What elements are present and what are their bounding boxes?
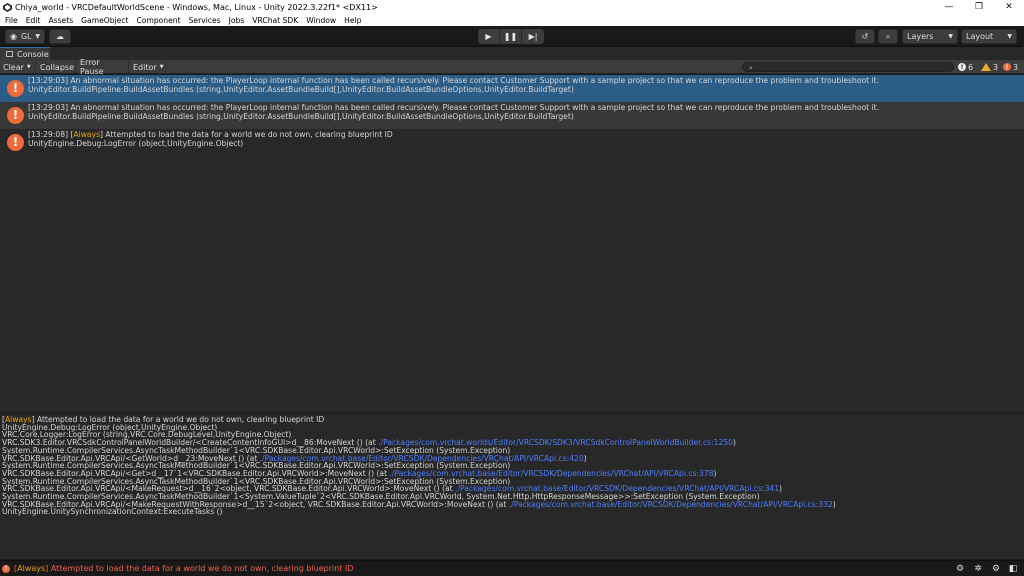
chevron-down-icon: ▼ <box>948 33 953 40</box>
warning-count: 3 <box>993 62 999 72</box>
error-icon: ! <box>7 107 24 124</box>
menu-assets[interactable]: Assets <box>48 16 73 25</box>
collapse-toggle[interactable]: Collapse <box>37 61 76 73</box>
source-link[interactable]: ./Packages/com.vrchat.base/Editor/VRCSDK… <box>509 500 833 509</box>
settings-icon[interactable]: ⚙ <box>991 564 1001 574</box>
chevron-down-icon: ▼ <box>1007 33 1012 40</box>
error-icon: ! <box>7 80 24 97</box>
unity-logo-icon <box>3 2 12 12</box>
menu-component[interactable]: Component <box>137 16 181 25</box>
window-titlebar: Chiya_world - VRCDefaultWorldScene - Win… <box>0 0 1024 14</box>
error-pause-label: Error Pause <box>80 58 104 76</box>
log-tag: Always <box>73 130 101 139</box>
menu-services[interactable]: Services <box>189 16 221 25</box>
error-filter-toggle[interactable]: ! 3 <box>1003 61 1018 73</box>
log-entry[interactable]: ! [13:29:03] An abnormal situation has o… <box>0 75 1024 102</box>
log-text: ] Attempted to load the data for a world… <box>100 130 393 139</box>
stack-text: ) <box>583 453 587 463</box>
chevron-down-icon: ▼ <box>35 33 40 40</box>
collapse-label: Collapse <box>40 62 74 72</box>
log-time: [13:29:08] [ <box>28 130 74 139</box>
menu-help[interactable]: Help <box>344 16 361 25</box>
step-button[interactable]: ▶| <box>522 29 544 44</box>
pause-icon: ❚❚ <box>503 32 518 41</box>
window-tab-bar: Console <box>0 47 1024 60</box>
error-icon: ! <box>1003 63 1011 71</box>
undo-history-button[interactable]: ↺ <box>855 29 875 44</box>
menu-vrchat-sdk[interactable]: VRChat SDK <box>252 16 298 25</box>
cloud-icon: ☁ <box>56 32 64 41</box>
log-stack-line: UnityEngine.Debug:LogError (object,Unity… <box>28 138 244 148</box>
stack-text: ) <box>713 468 717 478</box>
play-icon: ▶ <box>485 32 492 41</box>
log-entry[interactable]: ! [13:29:03] An abnormal situation has o… <box>0 102 1024 129</box>
window-title: Chiya_world - VRCDefaultWorldScene - Win… <box>15 2 378 12</box>
layout-dropdown[interactable]: Layout ▼ <box>961 29 1017 44</box>
play-button[interactable]: ▶ <box>478 29 500 44</box>
search-icon: ⌕ <box>749 64 753 72</box>
menu-window[interactable]: Window <box>306 16 336 25</box>
info-icon: ! <box>958 63 966 71</box>
clear-label: Clear <box>3 62 24 72</box>
search-button[interactable]: ⌕ <box>878 29 898 44</box>
menu-bar: File Edit Assets GameObject Component Se… <box>0 14 1024 26</box>
console-log-list: ! [13:29:03] An abnormal situation has o… <box>0 75 1024 412</box>
menu-edit[interactable]: Edit <box>26 16 41 25</box>
error-icon: ! <box>2 564 10 573</box>
clear-dropdown[interactable]: Clear ▼ <box>0 61 36 73</box>
chevron-down-icon: ▼ <box>26 64 31 70</box>
status-tag: Always <box>17 564 46 573</box>
menu-gameobject[interactable]: GameObject <box>81 16 128 25</box>
menu-jobs[interactable]: Jobs <box>229 16 245 25</box>
info-filter-toggle[interactable]: ! 6 <box>958 61 973 73</box>
warning-icon <box>981 63 991 71</box>
info-count: 6 <box>968 62 974 72</box>
account-label: GL <box>20 32 32 41</box>
layers-label: Layers <box>907 32 934 41</box>
search-icon: ⌕ <box>885 31 891 41</box>
stack-text: ) <box>779 484 783 494</box>
console-toolbar: Clear ▼ Collapse Error Pause Editor ▼ ⌕ … <box>0 58 1024 76</box>
editor-dropdown[interactable]: Editor ▼ <box>130 61 166 73</box>
minimize-button[interactable]: — <box>934 2 964 12</box>
maximize-button[interactable]: ❐ <box>964 2 994 12</box>
progress-icon[interactable]: ⚙ <box>955 564 965 574</box>
pause-button[interactable]: ❚❚ <box>500 29 522 44</box>
debug-mode-icon[interactable]: ✲ <box>973 564 983 574</box>
tab-label: Console <box>17 49 49 59</box>
cloud-button[interactable]: ☁ <box>49 29 71 44</box>
log-entry[interactable]: ! [13:29:08] [Always] Attempted to load … <box>0 129 1024 156</box>
log-stack-line: UnityEditor.BuildPipeline:BuildAssetBund… <box>28 111 574 121</box>
status-text: ] Attempted to load the data for a world… <box>45 564 354 573</box>
status-bar[interactable]: ! [Always] Attempted to load the data fo… <box>0 560 1024 576</box>
error-icon: ! <box>7 134 24 151</box>
editor-label: Editor <box>133 62 157 72</box>
menu-file[interactable]: File <box>5 16 18 25</box>
stack-text: UnityEngine.UnitySynchronizationContext:… <box>2 507 223 517</box>
error-count: 3 <box>1013 62 1019 72</box>
stack-line: UnityEngine.UnitySynchronizationContext:… <box>2 508 1024 516</box>
tab-console[interactable]: Console <box>0 47 50 60</box>
error-pause-toggle[interactable]: Error Pause <box>77 58 129 76</box>
chevron-down-icon: ▼ <box>159 64 164 70</box>
stack-text: ) <box>832 499 836 509</box>
playmode-controls: ▶ ❚❚ ▶| <box>478 29 544 44</box>
history-icon: ↺ <box>861 32 869 41</box>
account-icon: ◉ <box>10 32 17 41</box>
step-icon: ▶| <box>528 32 538 41</box>
collab-icon[interactable]: ◧ <box>1008 564 1018 574</box>
console-icon <box>6 51 13 57</box>
close-button[interactable]: ✕ <box>994 2 1024 12</box>
log-detail-pane: [Always] Attempted to load the data for … <box>0 414 1024 559</box>
layout-label: Layout <box>966 32 994 41</box>
warning-filter-toggle[interactable]: 3 <box>981 61 998 73</box>
main-toolbar: ◉ GL ▼ ☁ ▶ ❚❚ ▶| ↺ ⌕ Layers ▼ Layout ▼ <box>0 26 1024 47</box>
layers-dropdown[interactable]: Layers ▼ <box>902 29 958 44</box>
stack-text: ) <box>733 438 736 448</box>
log-stack-line: UnityEditor.BuildPipeline:BuildAssetBund… <box>28 84 574 94</box>
console-search-input[interactable]: ⌕ <box>742 62 954 72</box>
account-dropdown[interactable]: ◉ GL ▼ <box>5 29 45 44</box>
status-message: [Always] Attempted to load the data for … <box>14 564 353 573</box>
